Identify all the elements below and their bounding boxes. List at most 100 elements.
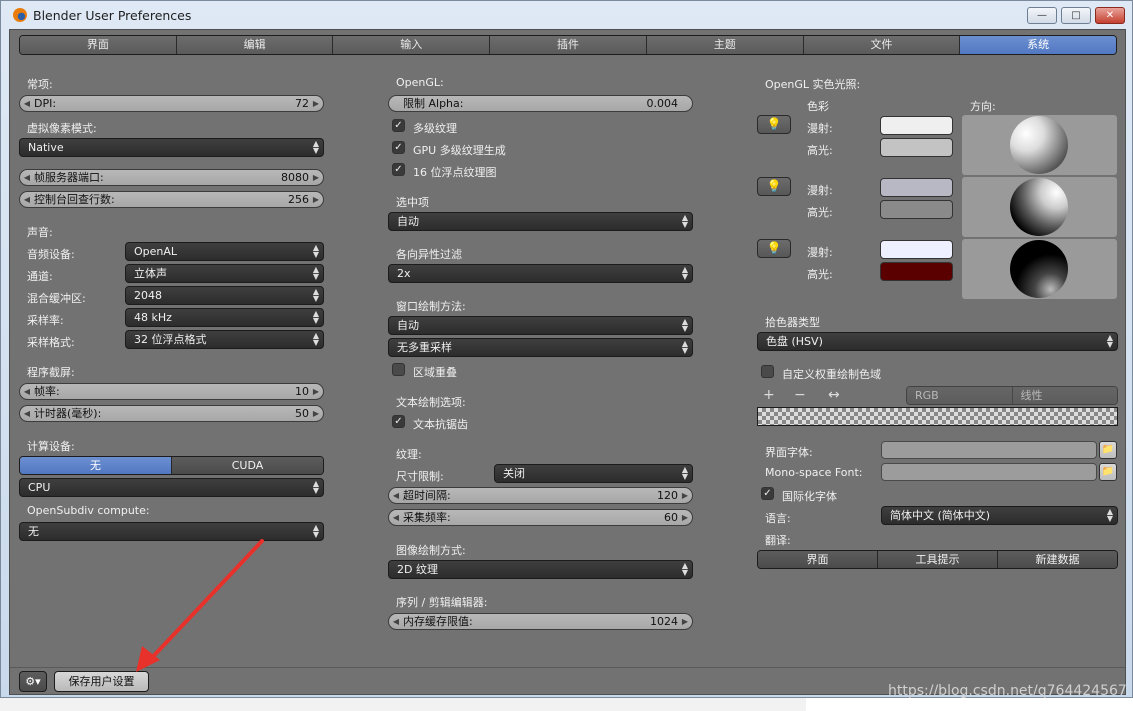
collection-rate-field[interactable]: ◀ 采集频率: 60 ▶ [388,509,693,526]
decrement-arrow-icon[interactable]: ◀ [23,384,31,399]
sample-rate-select[interactable]: 48 kHz ▲ ▼ [125,308,324,327]
sample-format-label: 采样格式: [27,336,75,349]
decrement-arrow-icon[interactable]: ◀ [23,192,31,207]
ramp-flip-icon[interactable]: ↔ [828,387,840,403]
light-3-toggle-lightbulb-icon[interactable]: 💡 [757,239,791,258]
decrement-arrow-icon[interactable]: ◀ [23,170,31,185]
close-button[interactable]: ✕ [1095,7,1125,24]
increment-arrow-icon[interactable]: ▶ [312,96,320,111]
language-select[interactable]: 简体中文 (简体中文) ▲ ▼ [881,506,1118,525]
channels-select[interactable]: 立体声 ▲ ▼ [125,264,324,283]
increment-arrow-icon[interactable]: ▶ [312,384,320,399]
decrement-arrow-icon[interactable]: ◀ [392,488,400,503]
frame-server-label: 帧服务器端口: [34,171,104,184]
international-fonts-checkbox[interactable]: ✓ [761,487,774,500]
light-3-direction-widget[interactable] [962,239,1117,299]
decrement-arrow-icon[interactable]: ◀ [392,614,400,629]
light-1-sphere[interactable] [1010,116,1068,174]
decrement-arrow-icon[interactable]: ◀ [392,510,400,525]
memory-cache-field[interactable]: ◀ 内存缓存限值: 1024 ▶ [388,613,693,630]
increment-arrow-icon[interactable]: ▶ [681,510,689,525]
tab-input[interactable]: 输入 [333,36,491,54]
fps-field[interactable]: ◀ 帧率: 10 ▶ [19,383,324,400]
multisample-select[interactable]: 无多重采样 ▲ ▼ [388,338,693,357]
light-1-diffuse-color[interactable] [880,116,953,135]
minimize-button[interactable]: — [1027,7,1057,24]
increment-arrow-icon[interactable]: ▶ [312,406,320,421]
save-user-settings-button[interactable]: 保存用户设置 [54,671,149,692]
gpu-mipmap-checkbox[interactable]: ✓ [392,141,405,154]
maximize-button[interactable]: □ [1061,7,1091,24]
wait-timer-field[interactable]: ◀ 计时器(毫秒): 50 ▶ [19,405,324,422]
color-ramp-preview[interactable] [757,407,1118,426]
folder-icon[interactable]: 📁 [1099,463,1117,481]
time-out-field[interactable]: ◀ 超时间隔: 120 ▶ [388,487,693,504]
updown-arrow-icon: ▲ ▼ [681,465,688,481]
dpi-field[interactable]: ◀ DPI: 72 ▶ [19,95,324,112]
tab-addons[interactable]: 插件 [490,36,647,54]
translate-tooltips-button[interactable]: 工具提示 [878,551,998,568]
virtual-pixel-select[interactable]: Native ▲ ▼ [19,138,324,157]
audio-device-select[interactable]: OpenAL ▲ ▼ [125,242,324,261]
sample-format-select[interactable]: 32 位浮点格式 ▲ ▼ [125,330,324,349]
region-overlap-checkbox[interactable] [392,363,405,376]
mix-buffer-select[interactable]: 2048 ▲ ▼ [125,286,324,305]
light-2-direction-widget[interactable] [962,177,1117,237]
light-2-specular-color[interactable] [880,200,953,219]
tab-editing[interactable]: 编辑 [176,36,334,54]
compute-device-select[interactable]: CPU ▲ ▼ [19,478,324,497]
increment-arrow-icon[interactable]: ▶ [312,170,320,185]
light-2-diffuse-color[interactable] [880,178,953,197]
decrement-arrow-icon[interactable]: ◀ [23,96,31,111]
preferences-menu-icon[interactable]: ⚙▾ [19,671,47,692]
light-3-specular-color[interactable] [880,262,953,281]
opensubdiv-select[interactable]: 无 ▲ ▼ [19,522,324,541]
light-1-diffuse-label: 漫射: [807,122,833,135]
updown-arrow-icon: ▲ ▼ [681,561,688,577]
light-2-diffuse-label: 漫射: [807,184,833,197]
mipmaps-checkbox[interactable]: ✓ [392,119,405,132]
light-3-diffuse-color[interactable] [880,240,953,259]
console-scrollback-field[interactable]: ◀ 控制台回查行数: 256 ▶ [19,191,324,208]
ramp-remove-icon[interactable]: − [794,387,806,403]
frame-server-port-field[interactable]: ◀ 帧服务器端口: 8080 ▶ [19,169,324,186]
float-textures-checkbox[interactable]: ✓ [392,163,405,176]
increment-arrow-icon[interactable]: ▶ [312,192,320,207]
mono-font-input[interactable] [881,463,1097,481]
ramp-mode-select[interactable]: RGB [907,387,1013,404]
translate-new-data-button[interactable]: 新建数据 [998,551,1117,568]
increment-arrow-icon[interactable]: ▶ [681,614,689,629]
interface-font-input[interactable] [881,441,1097,459]
folder-icon[interactable]: 📁 [1099,441,1117,459]
custom-weight-label: 自定义权重绘制色域 [782,368,881,381]
light-1-direction-widget[interactable] [962,115,1117,175]
compute-option-none[interactable]: 无 [20,457,172,474]
size-limit-select[interactable]: 关闭 ▲ ▼ [494,464,693,483]
decrement-arrow-icon[interactable]: ◀ [23,406,31,421]
light-1-specular-color[interactable] [880,138,953,157]
translate-interface-button[interactable]: 界面 [758,551,878,568]
ramp-add-icon[interactable]: + [763,387,775,403]
tab-themes[interactable]: 主题 [646,36,804,54]
image-draw-select[interactable]: 2D 纹理 ▲ ▼ [388,560,693,579]
increment-arrow-icon[interactable]: ▶ [681,488,689,503]
light-3-sphere[interactable] [1010,240,1068,298]
clip-alpha-field[interactable]: 限制 Alpha: 0.004 [388,95,693,112]
light-2-sphere[interactable] [1010,178,1068,236]
tab-file[interactable]: 文件 [803,36,961,54]
gpu-mipmap-label: GPU 多级纹理生成 [413,144,506,157]
blender-logo-icon [13,8,27,22]
selection-select[interactable]: 自动 ▲ ▼ [388,212,693,231]
anisotropic-select[interactable]: 2x ▲ ▼ [388,264,693,283]
text-antialias-checkbox[interactable]: ✓ [392,415,405,428]
window-draw-select[interactable]: 自动 ▲ ▼ [388,316,693,335]
custom-weight-checkbox[interactable] [761,365,774,378]
tab-interface[interactable]: 界面 [20,36,177,54]
light-2-toggle-lightbulb-icon[interactable]: 💡 [757,177,791,196]
ramp-interp-select[interactable]: 线性 [1012,387,1117,404]
tab-system[interactable]: 系统 [960,36,1116,54]
color-picker-select[interactable]: 色盘 (HSV) ▲ ▼ [757,332,1118,351]
light-1-toggle-lightbulb-icon[interactable]: 💡 [757,115,791,134]
updown-arrow-icon: ▲ ▼ [312,309,319,325]
compute-option-cuda[interactable]: CUDA [172,457,323,474]
